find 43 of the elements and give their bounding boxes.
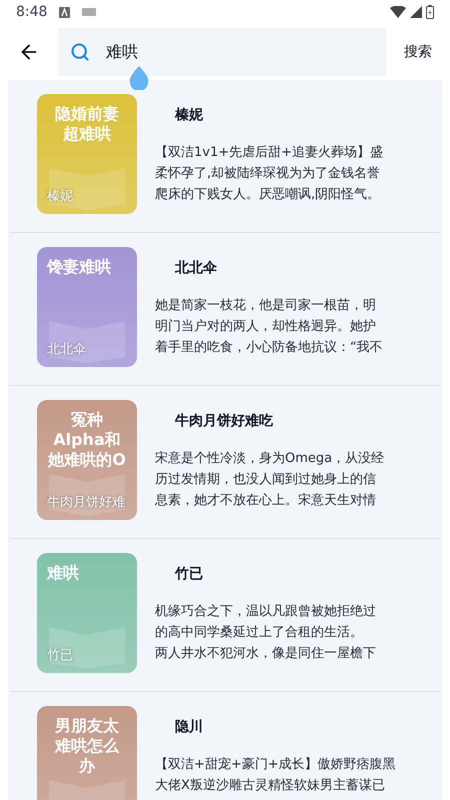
cover-title: 难哄 [47, 563, 79, 583]
cover-title: 她难哄的O [48, 450, 126, 470]
book-author[interactable]: 榛妮 [155, 105, 425, 126]
status-time: 8:48 [16, 2, 48, 22]
cursor-handle-icon[interactable] [128, 66, 150, 90]
book-author[interactable]: 竹已 [155, 564, 425, 585]
description-line: 大佬X叛逆沙雕古灵精怪软妹男主蓄谋已 [155, 777, 386, 795]
search-button[interactable]: 搜索 [386, 28, 450, 76]
description-line: 息素，她才不放在心上。宋意天生对情 [155, 492, 377, 510]
description-line: 【双洁1v1+先虐后甜+追妻火葬场】盛 [155, 144, 384, 162]
description-line: 历过发情期，也没人闻到过她身上的信 [155, 471, 377, 489]
wifi-icon [390, 6, 406, 18]
description-line: 她是简家一枝花，他是司家一根苗，明 [155, 297, 377, 315]
book-author[interactable]: 隐川 [155, 717, 425, 738]
description-line: 爬床的下贱女人。厌恶嘲讽,阴阳怪气。 [155, 186, 382, 204]
description-line: 柔怀孕了,却被陆绎琛视为为了金钱名誉 [155, 165, 382, 183]
cover-author: 牛肉月饼好难 [47, 494, 126, 512]
cover-title: 馋妻难哄 [47, 257, 111, 277]
description-line: 机缘巧合之下，温以凡跟曾被她拒绝过 [155, 603, 377, 621]
notification-icon [59, 6, 70, 18]
battery-icon [426, 5, 434, 19]
keyboard-icon [82, 8, 96, 16]
book-author[interactable]: 北北伞 [155, 258, 425, 279]
cover-title: Alpha和 [53, 430, 121, 450]
search-icon [70, 42, 90, 62]
cover-title: 超难哄 [63, 124, 111, 144]
signal-icon [410, 6, 422, 18]
description-line: 两人井水不犯河水，像是同住一屋檐下 [155, 645, 377, 663]
description-line: 明门当户对的两人，却性格迥异。她护 [155, 318, 377, 336]
cover-author: 榛妮 [47, 188, 74, 206]
description-line: 【双洁+甜宠+豪门+成长】傲娇野痞腹黑 [155, 756, 397, 774]
description-line: 的高中同学桑延过上了合租的生活。 [155, 624, 364, 642]
cover-author: 竹已 [47, 646, 74, 664]
cover-title: 难哄怎么 [55, 736, 119, 756]
cover-title: 办 [79, 756, 95, 776]
cover-title: 男朋友太 [55, 716, 119, 736]
search-field[interactable]: 难哄 [58, 28, 386, 76]
book-author[interactable]: 牛肉月饼好难吃 [155, 411, 425, 432]
description-line: 宋意是个性冷淡，身为Omega，从没经 [155, 450, 386, 468]
cover-title: 冤种 [71, 410, 103, 430]
cover-author: 北北伞 [47, 340, 87, 358]
cover-title: 隐婚前妻 [55, 104, 119, 124]
description-line: 着手里的吃食，小心防备地抗议：“我不 [155, 339, 384, 357]
